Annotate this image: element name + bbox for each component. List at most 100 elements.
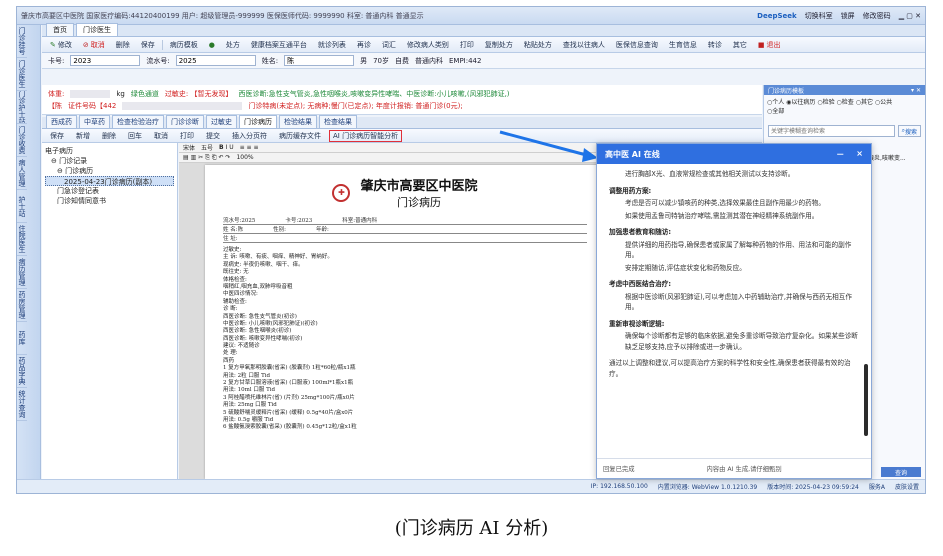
rail-item[interactable]: 统计查询 xyxy=(17,388,27,421)
window-controls[interactable]: ▁ ▢ ✕ xyxy=(899,12,921,20)
title-bar: 肇庆市高要区中医院 国家医疗编码:44120400199 用户: 超级管理员-9… xyxy=(17,7,925,25)
green-channel-checkbox[interactable]: 绿色通道 xyxy=(131,89,159,99)
tree-item[interactable]: 门急诊登记表 xyxy=(45,186,174,196)
rail-item[interactable]: 门诊挂号 xyxy=(17,25,27,58)
tab-outpatient-doctor[interactable]: 门诊医生 xyxy=(76,23,118,36)
card-input[interactable] xyxy=(70,55,141,66)
paper-flow: 流水号:2025 xyxy=(223,218,256,224)
patient-header: 流水号:2025 卡号:2023 科室:普通内科 姓 名:陈 性别: 年龄: 住 址: xyxy=(223,216,587,243)
tree-item[interactable]: ⊖ 门诊记录 xyxy=(45,156,174,166)
subtab[interactable]: 门诊诊断 xyxy=(166,115,204,128)
delete-button[interactable]: 删除 xyxy=(112,38,134,52)
subtab[interactable]: 过敏史 xyxy=(206,115,237,128)
font-size-select[interactable]: 五号 xyxy=(201,143,213,152)
empi: EMPI:442 xyxy=(449,56,482,65)
find-patient-button[interactable]: 查找以往病人 xyxy=(559,38,609,52)
other-button[interactable]: 其它 xyxy=(729,38,751,52)
diagnosis-info[interactable]: 西医诊断:急性支气管炎,急性咽喉炎,咳嗽变异性哮喘、中医诊断:小儿咳嗽,(风邪犯… xyxy=(238,89,509,99)
tree-item-selected[interactable]: 2025-04-23门诊病历(副本) xyxy=(45,176,174,186)
subtab[interactable]: 检查结果 xyxy=(319,115,357,128)
panel-bottom-tab[interactable]: 查询 xyxy=(881,467,921,477)
ai-analysis-button[interactable]: AI 门诊病历智能分析 xyxy=(329,129,403,142)
bold-button[interactable]: B I U xyxy=(219,144,234,151)
font-family-select[interactable]: 宋体 xyxy=(183,143,195,152)
rail-item[interactable]: 药房管理 xyxy=(17,289,27,322)
template-search-input[interactable] xyxy=(768,125,895,137)
switch-dept-button[interactable]: 切换科室 xyxy=(805,11,833,21)
close-icon[interactable]: × xyxy=(856,149,863,160)
hospital-logo-icon: ✚ xyxy=(332,183,351,202)
special-disease-info: 门诊特病(未定点); 无病种;慢门(已定点); 年度计报销: 普通门诊(0元); xyxy=(248,102,463,110)
ai-disclaimer: 内容由 AI 生成,请仔细甄别 xyxy=(706,466,782,473)
record-new-button[interactable]: 新增 xyxy=(72,129,94,143)
record-submit-button[interactable]: 提交 xyxy=(202,129,224,143)
paper-age: 年龄: xyxy=(315,227,329,233)
rail-item[interactable]: 门诊收费 xyxy=(17,124,27,157)
age: 70岁 xyxy=(373,56,389,65)
status-version: 版本时间: 2025-04-23 09:59:24 xyxy=(767,484,859,491)
record-tree: 电子病历 ⊖ 门诊记录 ⊖ 门诊病历 2025-04-23门诊病历(副本) 门急… xyxy=(42,143,178,479)
skin-settings[interactable]: 皮肤设置 xyxy=(895,482,919,491)
allergy-info[interactable]: 过敏史: 【暂无发现】 xyxy=(165,89,233,99)
editor-icons[interactable]: ▤ ▥ ✂ ⎘ ⎗ ↶ ↷ xyxy=(183,154,230,162)
subtab[interactable]: 检验结果 xyxy=(279,115,317,128)
save-icon-button[interactable]: ● xyxy=(205,39,219,51)
deepseek-button[interactable]: DeepSeek xyxy=(757,12,797,20)
vocabulary-button[interactable]: 词汇 xyxy=(378,38,400,52)
cancel-button[interactable]: ⊘ 取消 xyxy=(79,38,109,52)
template-filter[interactable]: ○个人 ◉以往病历 ○检验 ○检查 ○其它 ○公共 ○全部 xyxy=(764,95,925,119)
rail-item[interactable]: 药品字典 xyxy=(17,355,27,388)
rail-item[interactable]: 病历管理 xyxy=(17,256,27,289)
health-archive-button[interactable]: 健康档案互通平台 xyxy=(247,38,311,52)
save-button[interactable]: 保存 xyxy=(137,38,159,52)
subtab[interactable]: 西成药 xyxy=(46,115,77,128)
tree-item[interactable]: 电子病历 xyxy=(45,146,174,156)
tree-item[interactable]: ⊖ 门诊病历 xyxy=(45,166,174,176)
tab-home[interactable]: 首页 xyxy=(46,23,74,36)
weight-field[interactable] xyxy=(70,90,111,98)
edit-button[interactable]: ✎ 修改 xyxy=(46,38,76,52)
subtab-active[interactable]: 门诊病历 xyxy=(239,115,277,128)
rail-item[interactable]: 病人管理 xyxy=(17,157,27,190)
name-input[interactable] xyxy=(284,55,355,66)
record-enter-button[interactable]: 回车 xyxy=(124,129,146,143)
divider xyxy=(161,39,163,50)
birth-info-button[interactable]: 生育信息 xyxy=(665,38,701,52)
align-buttons[interactable]: ≡ ≡ ≡ xyxy=(240,144,259,151)
paste-prescription-button[interactable]: 粘贴处方 xyxy=(520,38,556,52)
record-cache-button[interactable]: 病历缓存文件 xyxy=(275,129,325,143)
record-line: 咽稍红,咽充血,双肺呼吸音粗 xyxy=(223,283,293,290)
rail-item[interactable]: 门诊医生 xyxy=(17,58,27,91)
rail-item[interactable]: 护士站 xyxy=(17,190,27,223)
exit-button[interactable]: ■ 退出 xyxy=(754,38,785,52)
record-print-button[interactable]: 打印 xyxy=(176,129,198,143)
rail-item[interactable]: 药库 xyxy=(17,322,27,355)
rail-item[interactable]: 门诊护士站 xyxy=(17,91,27,124)
change-patient-type-button[interactable]: 修改病人类别 xyxy=(403,38,453,52)
referral-button[interactable]: 转诊 xyxy=(704,38,726,52)
record-content[interactable]: 过敏史: 主 诉: 咳嗽、有痰、咽痒、精神好、胃纳好。 现病史: 半夜仍咳嗽、咽干、… xyxy=(223,247,587,432)
lock-button[interactable]: 锁屏 xyxy=(841,11,855,21)
tree-item[interactable]: 门诊知情同意书 xyxy=(45,196,174,206)
prescription-button[interactable]: 处方 xyxy=(222,38,244,52)
record-delete-button[interactable]: 删除 xyxy=(98,129,120,143)
zoom-select[interactable]: 100% xyxy=(236,154,253,161)
template-search-button[interactable]: ⌕ 搜索 xyxy=(897,125,921,137)
print-button[interactable]: 打印 xyxy=(456,38,478,52)
record-save-button[interactable]: 保存 xyxy=(46,129,68,143)
record-cancel-button[interactable]: 取消 xyxy=(150,129,172,143)
insurance-query-button[interactable]: 医保信息查询 xyxy=(612,38,662,52)
record-template-button[interactable]: 病历模板 xyxy=(166,38,202,52)
panel-close-icon[interactable]: ▾ ✕ xyxy=(911,87,921,94)
flow-input[interactable] xyxy=(175,55,256,66)
revisit-button[interactable]: 再诊 xyxy=(353,38,375,52)
minimize-icon[interactable]: － xyxy=(836,149,844,160)
copy-prescription-button[interactable]: 复制处方 xyxy=(481,38,517,52)
rail-item[interactable]: 住院医生 xyxy=(17,223,27,256)
ai-scrollbar[interactable] xyxy=(864,364,868,436)
subtab[interactable]: 中草药 xyxy=(79,115,110,128)
insert-pagebreak-button[interactable]: 插入分页符 xyxy=(228,129,271,143)
change-password-button[interactable]: 修改密码 xyxy=(863,11,891,21)
visit-list-button[interactable]: 就诊列表 xyxy=(314,38,350,52)
subtab[interactable]: 检查检验治疗 xyxy=(112,115,164,128)
